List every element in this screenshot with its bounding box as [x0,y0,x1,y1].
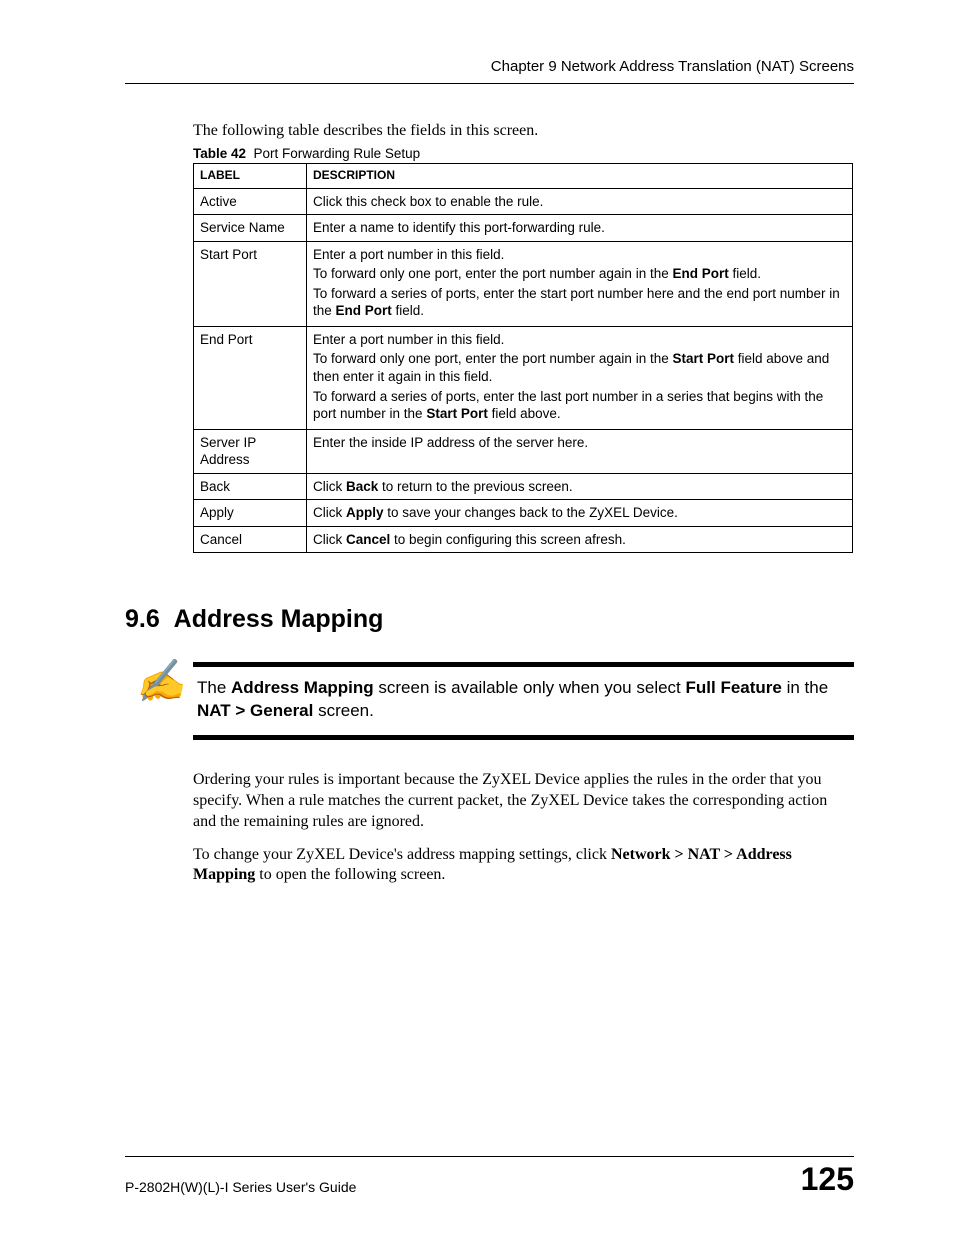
desc-bold: Back [346,479,378,494]
fields-table: LABEL DESCRIPTION Active Click this chec… [193,163,853,553]
note-bold: NAT > General [197,701,313,720]
desc-line: To forward only one port, enter the port… [313,351,672,366]
table-caption: Table 42 Port Forwarding Rule Setup [193,146,854,161]
row-desc: Enter the inside IP address of the serve… [307,429,853,473]
section-title: Address Mapping [174,605,384,633]
row-label: End Port [194,326,307,429]
desc-line: To forward only one port, enter the port… [313,266,672,281]
desc-line: field. [392,303,424,318]
desc-line: Click [313,479,346,494]
desc-line: Enter a port number in this field. [313,247,504,262]
table-row: Back Click Back to return to the previou… [194,473,853,500]
desc-bold: Apply [346,505,384,520]
row-label: Cancel [194,526,307,553]
row-desc: Enter a name to identify this port-forwa… [307,215,853,242]
row-desc: Click Cancel to begin configuring this s… [307,526,853,553]
footer-guide-title: P-2802H(W)(L)-I Series User's Guide [125,1179,356,1195]
table-caption-text: Port Forwarding Rule Setup [254,146,421,161]
desc-line: to begin configuring this screen afresh. [390,532,626,547]
table-row: Service Name Enter a name to identify th… [194,215,853,242]
row-desc: Enter a port number in this field. To fo… [307,241,853,326]
note-text: screen is available only when you select [374,678,686,697]
row-label: Active [194,188,307,215]
row-label: Apply [194,500,307,527]
desc-line: Click [313,505,346,520]
table-row: End Port Enter a port number in this fie… [194,326,853,429]
row-desc: Click this check box to enable the rule. [307,188,853,215]
desc-bold: Start Port [426,406,488,421]
desc-bold: Cancel [346,532,390,547]
desc-bold: End Port [672,266,728,281]
note-icon: ✍ [133,660,186,704]
note-bold: Full Feature [686,678,782,697]
desc-bold: End Port [336,303,392,318]
row-label: Server IP Address [194,429,307,473]
table-row: Cancel Click Cancel to begin configuring… [194,526,853,553]
table-header-row: LABEL DESCRIPTION [194,164,853,189]
table-row: Apply Click Apply to save your changes b… [194,500,853,527]
desc-bold: Start Port [672,351,734,366]
note-block: ✍ The Address Mapping screen is availabl… [193,662,854,740]
chapter-header: Chapter 9 Network Address Translation (N… [125,58,854,84]
para-text: To change your ZyXEL Device's address ma… [193,846,611,863]
intro-text: The following table describes the fields… [193,122,854,140]
para-text: to open the following screen. [255,866,445,883]
body-paragraph: To change your ZyXEL Device's address ma… [193,845,854,887]
note-text: The [197,678,231,697]
row-desc: Click Apply to save your changes back to… [307,500,853,527]
page-footer: P-2802H(W)(L)-I Series User's Guide 125 [125,1156,854,1195]
note-text: screen. [313,701,373,720]
note-content: The Address Mapping screen is available … [193,662,854,740]
col-header-description: DESCRIPTION [307,164,853,189]
desc-line: field. [729,266,761,281]
table-row: Start Port Enter a port number in this f… [194,241,853,326]
table-caption-label: Table 42 [193,146,246,161]
row-label: Back [194,473,307,500]
table-row: Active Click this check box to enable th… [194,188,853,215]
row-label: Start Port [194,241,307,326]
row-label: Service Name [194,215,307,242]
col-header-label: LABEL [194,164,307,189]
desc-line: Click [313,532,346,547]
desc-line: to save your changes back to the ZyXEL D… [384,505,678,520]
section-heading: 9.6 Address Mapping [125,605,854,634]
note-text: in the [782,678,828,697]
table-row: Server IP Address Enter the inside IP ad… [194,429,853,473]
desc-line: To forward a series of ports, enter the … [313,389,823,422]
footer-page-number: 125 [801,1163,854,1195]
desc-line: to return to the previous screen. [378,479,572,494]
note-bold: Address Mapping [231,678,374,697]
body-paragraph: Ordering your rules is important because… [193,770,854,832]
row-desc: Click Back to return to the previous scr… [307,473,853,500]
row-desc: Enter a port number in this field. To fo… [307,326,853,429]
desc-line: field above. [488,406,561,421]
desc-line: Enter a port number in this field. [313,332,504,347]
section-number: 9.6 [125,605,160,633]
